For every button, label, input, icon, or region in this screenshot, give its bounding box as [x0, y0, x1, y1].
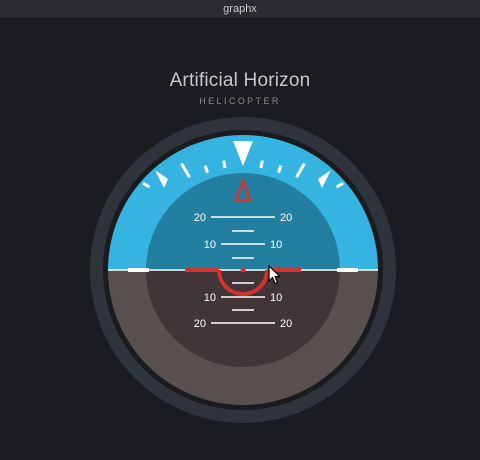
- pitch-label-up20-right: 20: [280, 212, 292, 224]
- horizon-marker-left: [128, 268, 149, 272]
- horizon-marker-right: [337, 268, 358, 272]
- pitch-label-up10-left: 10: [204, 239, 216, 251]
- artificial-horizon-instrument[interactable]: 20 20 10 10 10 10 20 20: [0, 0, 480, 460]
- pitch-label-down10-left: 10: [204, 292, 216, 304]
- pitch-label-down20-left: 20: [194, 318, 206, 330]
- pitch-label-down20-right: 20: [280, 318, 292, 330]
- pitch-label-down10-right: 10: [270, 292, 282, 304]
- aircraft-center-dot: [240, 267, 246, 273]
- pitch-label-up20-left: 20: [194, 212, 206, 224]
- pitch-label-up10-right: 10: [270, 239, 282, 251]
- roll-tick-left-10: [222, 160, 227, 169]
- roll-tick-right-10: [259, 160, 264, 169]
- arrow-pointer-icon: [268, 265, 281, 285]
